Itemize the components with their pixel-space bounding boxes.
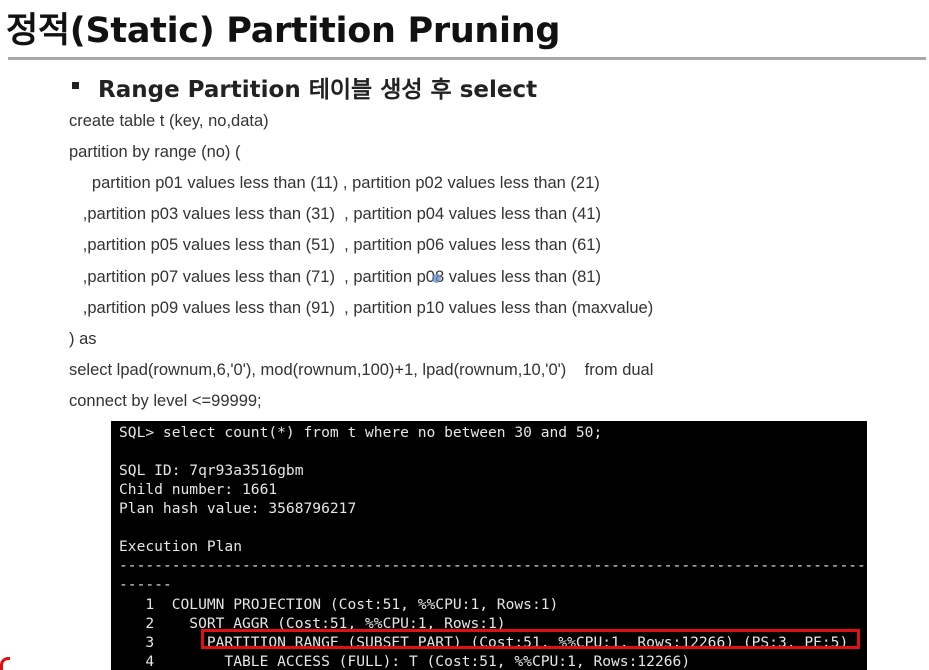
annotation-mark xyxy=(0,657,10,670)
code-line: ,partition p09 values less than (91) , p… xyxy=(69,299,654,317)
code-line: select lpad(rownum,6,'0'), mod(rownum,10… xyxy=(69,361,654,379)
section-subtitle: Range Partition 테이블 생성 후 select xyxy=(98,77,538,103)
code-line: ,partition p03 values less than (31) , p… xyxy=(69,205,601,223)
sql-id-line: SQL ID: 7qr93a3516gbm xyxy=(119,462,304,479)
code-line: ,partition p05 values less than (51) , p… xyxy=(69,236,601,254)
highlight-box xyxy=(201,629,860,649)
code-line: ,partition p07 values less than (71) , p… xyxy=(69,268,601,286)
slide-title: 정적(Static) Partition Pruning xyxy=(6,11,561,51)
plan-hash-line: Plan hash value: 3568796217 xyxy=(119,500,357,517)
plan-heading: Execution Plan xyxy=(119,538,243,555)
separator-dashes-short: ------ xyxy=(119,576,172,593)
code-line: partition by range (no) ( xyxy=(69,143,241,161)
child-number-line: Child number: 1661 xyxy=(119,481,278,498)
separator-dashes: ----------------------------------------… xyxy=(119,557,864,574)
terminal-screenshot: SQL> select count(*) from t where no bet… xyxy=(111,421,867,670)
code-line: connect by level <=99999; xyxy=(69,392,262,410)
plan-row: 4 TABLE ACCESS (FULL): T (Cost:51, %%CPU… xyxy=(119,653,691,670)
code-line: partition p01 values less than (11) , pa… xyxy=(69,174,600,192)
plan-row: 1 COLUMN PROJECTION (Cost:51, %%CPU:1, R… xyxy=(119,596,559,613)
mouse-cursor-icon xyxy=(432,274,441,283)
code-line: ) as xyxy=(69,330,97,348)
sql-query-line: SQL> select count(*) from t where no bet… xyxy=(119,424,603,441)
bullet-icon xyxy=(72,82,79,89)
title-divider xyxy=(8,57,926,60)
code-line: create table t (key, no,data) xyxy=(69,112,269,130)
